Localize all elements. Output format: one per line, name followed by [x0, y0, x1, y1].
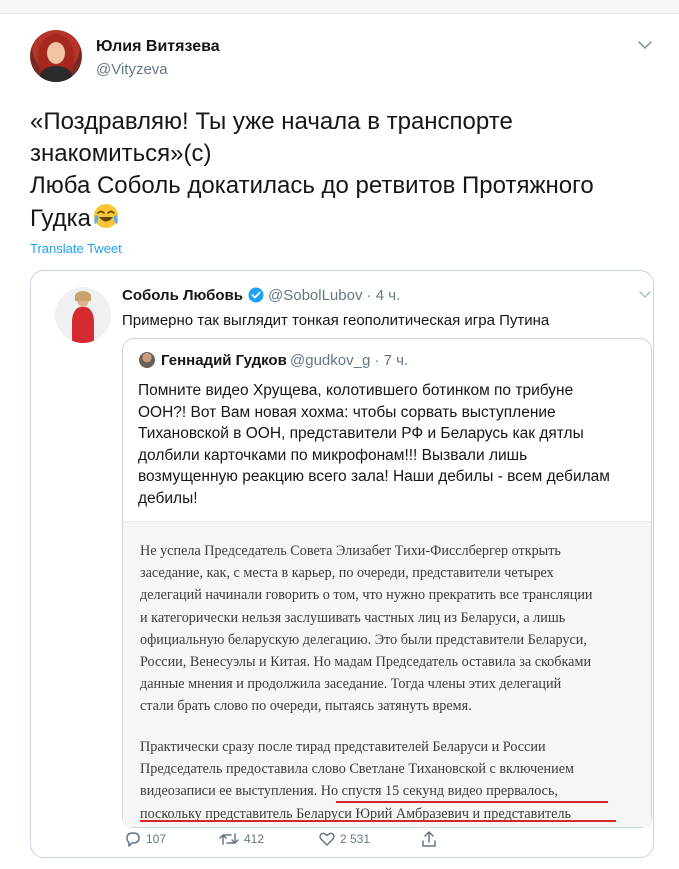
red-underline-mark	[336, 801, 608, 803]
nested-text-line: долбили карточками по микрофонам!!! Вызв…	[138, 446, 528, 464]
nested-text-line: Тихановской в ООН, представители РФ и Бе…	[138, 425, 584, 442]
share-action[interactable]	[420, 828, 442, 850]
author-name[interactable]: Юлия Витязева	[96, 38, 220, 56]
tweet-text-line: «Поздравляю! Ты уже начала в транспорте	[30, 108, 513, 135]
reply-count: 107	[146, 832, 167, 846]
nested-text-line: ООН?! Вот Вам новая хохма: чтобы сорвать…	[138, 403, 556, 421]
like-count: 2 531	[340, 832, 371, 846]
author-handle[interactable]: @Vityzeva	[96, 61, 168, 78]
document-line: официальную беларускую делегацию. Это бы…	[140, 631, 587, 648]
author-avatar[interactable]	[30, 30, 82, 82]
retweet-icon	[219, 833, 239, 845]
tweet-text-line: Гудка	[30, 202, 650, 235]
like-action[interactable]: 2 531	[318, 828, 370, 850]
nested-author-meta[interactable]: @gudkov_g · 7 ч.	[290, 352, 408, 369]
quoted-author-meta[interactable]: @SobolLubov · 4 ч.	[268, 287, 400, 304]
share-icon	[422, 831, 436, 847]
chevron-down-icon[interactable]	[638, 287, 652, 301]
tweet-text-line: Люба Соболь докатилась до ретвитов Протя…	[30, 172, 594, 199]
tweet-text-line: знакомиться»(с)	[30, 140, 212, 167]
document-line: видеозаписи ее выступления. Но спустя 15…	[140, 783, 558, 800]
translate-tweet-link[interactable]: Translate Tweet	[30, 241, 122, 256]
nested-author-avatar[interactable]	[139, 352, 155, 368]
reply-icon	[126, 832, 140, 847]
document-line: делегаций начинали говорить о том, что н…	[140, 587, 593, 604]
document-line: Председатель предоставила слово Светлане…	[140, 761, 574, 778]
document-line: Практически сразу после тирад представит…	[140, 739, 546, 755]
reply-action[interactable]: 107	[124, 828, 166, 850]
document-line: данные мнения и продолжила заседание. То…	[140, 676, 562, 693]
red-underline-mark	[140, 820, 616, 822]
document-line: и категорически нельзя заслушивать частн…	[140, 609, 566, 626]
nested-author-name[interactable]: Геннадий Гудков	[161, 352, 287, 369]
verified-badge-icon	[248, 287, 264, 303]
nested-tweet-text: Помните видео Хрущева, колотившего ботин…	[138, 380, 646, 509]
nested-text-line: возмущенную реакцию всего зала! Наши деб…	[138, 468, 610, 485]
quoted-author-name[interactable]: Соболь Любовь	[122, 287, 243, 304]
document-line: заседание, как, с места в карьер, по оче…	[140, 565, 554, 582]
retweet-action[interactable]: 412	[218, 828, 264, 850]
quoted-author-avatar[interactable]	[55, 287, 111, 343]
laughing-crying-emoji-icon	[93, 204, 118, 228]
document-paragraph-2: Практически сразу после тирад представит…	[140, 736, 646, 825]
nested-text-line: Помните видео Хрущева, колотившего ботин…	[138, 382, 574, 399]
quoted-tweet-text: Примерно так выглядит тонкая геополитиче…	[122, 312, 550, 329]
retweet-count: 412	[244, 832, 265, 846]
tweet-text: «Поздравляю! Ты уже начала в транспорте …	[30, 106, 650, 235]
heart-icon	[319, 832, 335, 846]
document-paragraph-1: Не успела Председатель Совета Элизабет Т…	[140, 540, 646, 718]
document-line: стали брать слово по очереди, пытаясь за…	[140, 698, 472, 715]
chevron-down-icon[interactable]	[636, 36, 654, 54]
nested-text-line: дебилы!	[138, 489, 198, 507]
document-line: Не успела Председатель Совета Элизабет Т…	[140, 543, 561, 559]
document-line: России, Венесуэлы и Китая. Но мадам Пред…	[140, 654, 592, 671]
top-separator	[0, 0, 679, 14]
